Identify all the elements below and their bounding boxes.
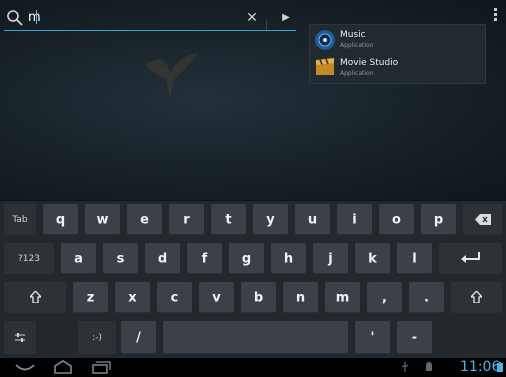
key-q[interactable]: q (43, 204, 78, 235)
key-w[interactable]: w (85, 204, 120, 235)
key-s[interactable]: s (103, 243, 138, 274)
suggestion-title: Movie Studio (340, 58, 399, 68)
key-settings[interactable] (4, 321, 36, 354)
key-shift-left[interactable] (4, 282, 66, 313)
music-icon (315, 30, 335, 50)
go-button[interactable]: ▶ (276, 8, 296, 28)
key-u[interactable]: u (295, 204, 330, 235)
clear-search-button[interactable]: ✕ (242, 8, 262, 28)
enter-icon (461, 252, 480, 263)
key-f[interactable]: f (187, 243, 222, 274)
suggestion-title: Music (340, 30, 366, 40)
home-icon[interactable] (52, 360, 74, 374)
back-icon[interactable] (14, 360, 36, 374)
key-p[interactable]: p (421, 204, 456, 235)
key-j[interactable]: j (313, 243, 348, 274)
key-z[interactable]: z (73, 282, 108, 313)
key-e[interactable]: e (127, 204, 162, 235)
key-smiley[interactable]: :-) (78, 321, 116, 354)
key-b[interactable]: b (241, 282, 276, 313)
suggestion-movie-studio[interactable]: Movie Studio Application (310, 54, 485, 82)
search-bar: ✕ ▶ (4, 4, 296, 31)
backspace-icon (475, 214, 491, 225)
shift-icon (30, 291, 41, 303)
key-t[interactable]: t (211, 204, 246, 235)
divider (266, 20, 267, 30)
usb-icon (401, 362, 409, 372)
key-y[interactable]: y (253, 204, 288, 235)
clock: 11:06 (460, 359, 501, 375)
key-backspace[interactable] (463, 204, 502, 235)
key-enter[interactable] (439, 243, 502, 274)
key-tab[interactable]: Tab (4, 204, 36, 235)
key-h[interactable]: h (271, 243, 306, 274)
key-period[interactable]: . (409, 282, 444, 313)
suggestion-subtitle: Application (340, 70, 374, 77)
overflow-menu-icon[interactable] (490, 6, 500, 26)
suggestion-list: Music Application Movie Studio Applicati… (309, 24, 486, 84)
battery-icon (497, 362, 503, 372)
key-shift-right[interactable] (451, 282, 502, 313)
key-x[interactable]: x (115, 282, 150, 313)
key-dash[interactable]: - (397, 321, 432, 354)
suggestion-music[interactable]: Music Application (310, 26, 485, 54)
recent-apps-icon[interactable] (90, 360, 112, 374)
key-i[interactable]: i (337, 204, 372, 235)
key-apostrophe[interactable]: ' (355, 321, 390, 354)
key-l[interactable]: l (397, 243, 432, 274)
search-icon (7, 10, 23, 26)
key-m[interactable]: m (325, 282, 360, 313)
search-input[interactable] (28, 8, 228, 26)
key-c[interactable]: c (157, 282, 192, 313)
key-space[interactable] (163, 321, 348, 354)
settings-icon (15, 333, 25, 342)
key-comma[interactable]: , (367, 282, 402, 313)
movie-studio-icon (316, 58, 334, 75)
system-navigation-bar: 11:06 (0, 358, 506, 377)
android-debug-icon (426, 362, 432, 371)
key-n[interactable]: n (283, 282, 318, 313)
key-k[interactable]: k (355, 243, 390, 274)
key-g[interactable]: g (229, 243, 264, 274)
key-v[interactable]: v (199, 282, 234, 313)
suggestion-subtitle: Application (340, 42, 374, 49)
shift-icon (471, 291, 482, 303)
key-a[interactable]: a (61, 243, 96, 274)
key-slash[interactable]: / (121, 321, 156, 354)
text-cursor (36, 10, 37, 24)
key-d[interactable]: d (145, 243, 180, 274)
key-r[interactable]: r (169, 204, 204, 235)
key-o[interactable]: o (379, 204, 414, 235)
key-symbols[interactable]: ?123 (4, 243, 54, 274)
bird-wallpaper-graphic (145, 53, 198, 97)
soft-keyboard: Tab q w e r t y u i o p ?123 a s d f g h… (0, 201, 506, 358)
